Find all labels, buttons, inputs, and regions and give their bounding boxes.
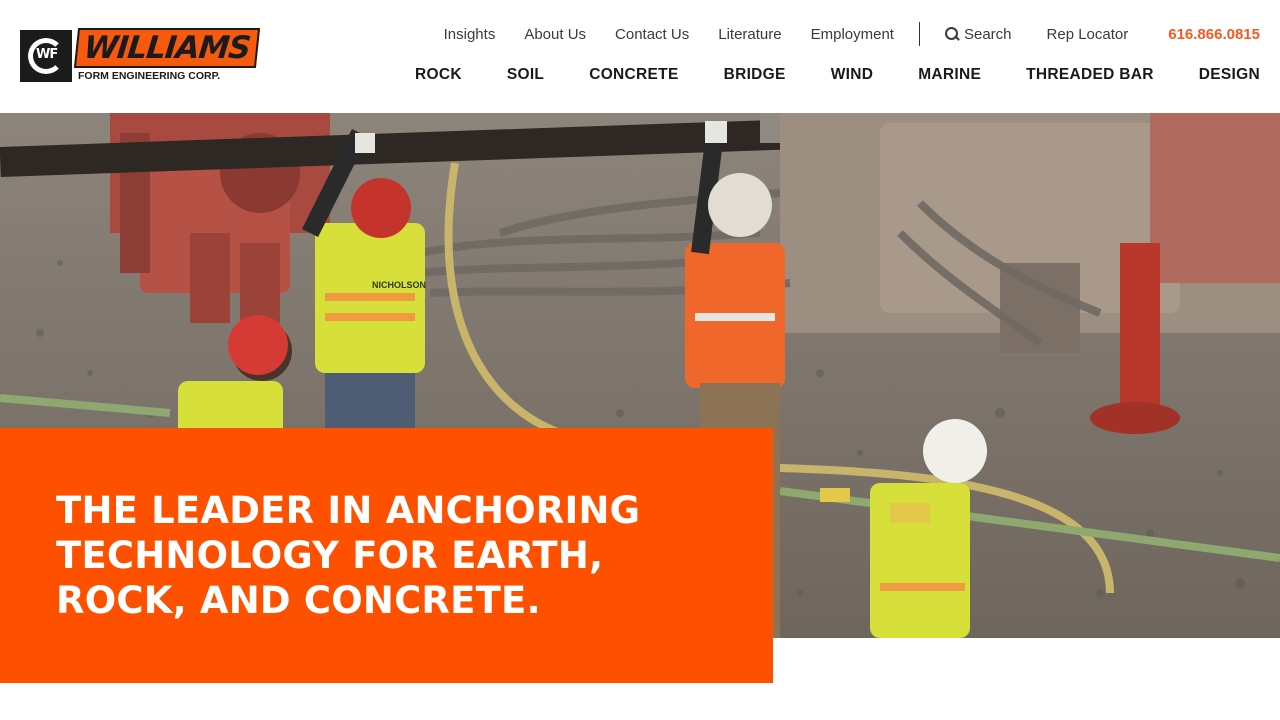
nav-wind[interactable]: WIND [831, 66, 874, 84]
nav-rock[interactable]: ROCK [415, 66, 462, 84]
nav-about-us[interactable]: About Us [524, 26, 586, 43]
hero-callout: THE LEADER IN ANCHORING TECHNOLOGY FOR E… [0, 428, 773, 683]
nav-marine[interactable]: MARINE [918, 66, 981, 84]
nav-concrete[interactable]: CONCRETE [589, 66, 678, 84]
utility-nav: Insights About Us Contact Us Literature … [444, 22, 1260, 46]
nav-bridge[interactable]: BRIDGE [724, 66, 786, 84]
nav-rep-locator[interactable]: Rep Locator [1047, 26, 1129, 43]
main-nav: ROCK SOIL CONCRETE BRIDGE WIND MARINE TH… [415, 66, 1260, 84]
nav-soil[interactable]: SOIL [507, 66, 544, 84]
vest-text: NICHOLSON [372, 280, 426, 290]
search-label: Search [963, 25, 1012, 43]
nav-literature[interactable]: Literature [718, 26, 781, 43]
nav-divider [918, 22, 920, 46]
nav-insights[interactable]: Insights [444, 26, 496, 43]
nav-employment[interactable]: Employment [811, 26, 894, 43]
wf-logo-icon: WF [20, 30, 72, 82]
nav-contact-us[interactable]: Contact Us [615, 26, 689, 43]
search-icon [944, 27, 959, 41]
logo-subtitle: FORM ENGINEERING CORP. [78, 70, 221, 82]
nav-design[interactable]: DESIGN [1199, 66, 1260, 84]
search-button[interactable]: Search [944, 25, 1012, 43]
williams-logo[interactable]: WF WILLIAMS FORM ENGINEERING CORP. [20, 28, 261, 84]
nav-threaded-bar[interactable]: THREADED BAR [1026, 66, 1154, 84]
hero-headline: THE LEADER IN ANCHORING TECHNOLOGY FOR E… [56, 489, 641, 622]
site-header: WF WILLIAMS FORM ENGINEERING CORP. Insig… [0, 0, 1280, 113]
phone-link[interactable]: 616.866.0815 [1168, 26, 1260, 43]
logo-wordmark: WILLIAMS [73, 28, 261, 68]
